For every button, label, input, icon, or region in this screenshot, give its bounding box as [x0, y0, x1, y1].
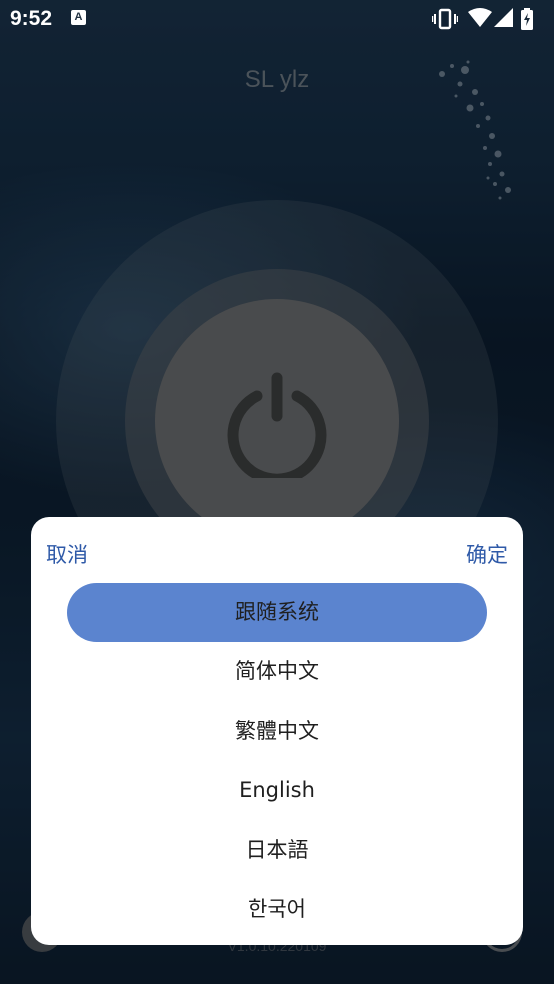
- status-bar: 9:52 A: [0, 0, 554, 38]
- option-label: 繁體中文: [235, 718, 319, 743]
- language-option-korean[interactable]: 한국어: [31, 880, 523, 939]
- language-option-follow-system[interactable]: 跟随系统: [31, 583, 523, 643]
- option-label: 跟随系统: [235, 600, 319, 624]
- language-option-traditional-chinese[interactable]: 繁體中文: [31, 702, 523, 761]
- option-label: 日本語: [245, 837, 309, 862]
- vibrate-icon: [432, 8, 458, 30]
- confirm-button[interactable]: 确定: [466, 539, 508, 569]
- option-label: English: [239, 778, 315, 803]
- notification-app-icon: A: [71, 10, 86, 25]
- option-label: 简体中文: [235, 659, 319, 684]
- language-dialog: 取消 确定 跟随系统 简体中文 繁體中文 English 日本語 한국어: [31, 517, 523, 945]
- wifi-icon: [468, 8, 492, 27]
- app-screen: SL ylz V1.0.10.220109 9:52 A 取消 确定 跟随系统 …: [0, 0, 554, 984]
- language-option-english[interactable]: English: [31, 761, 523, 820]
- option-label: 한국어: [248, 896, 306, 921]
- language-option-simplified-chinese[interactable]: 简体中文: [31, 642, 523, 701]
- cancel-button[interactable]: 取消: [46, 539, 88, 569]
- language-option-list: 跟随系统 简体中文 繁體中文 English 日本語 한국어: [31, 583, 523, 939]
- battery-charging-icon: [521, 8, 533, 30]
- signal-icon: [494, 8, 513, 27]
- status-icons: [432, 8, 542, 30]
- status-time: 9:52: [10, 7, 53, 30]
- language-option-japanese[interactable]: 日本語: [31, 821, 523, 880]
